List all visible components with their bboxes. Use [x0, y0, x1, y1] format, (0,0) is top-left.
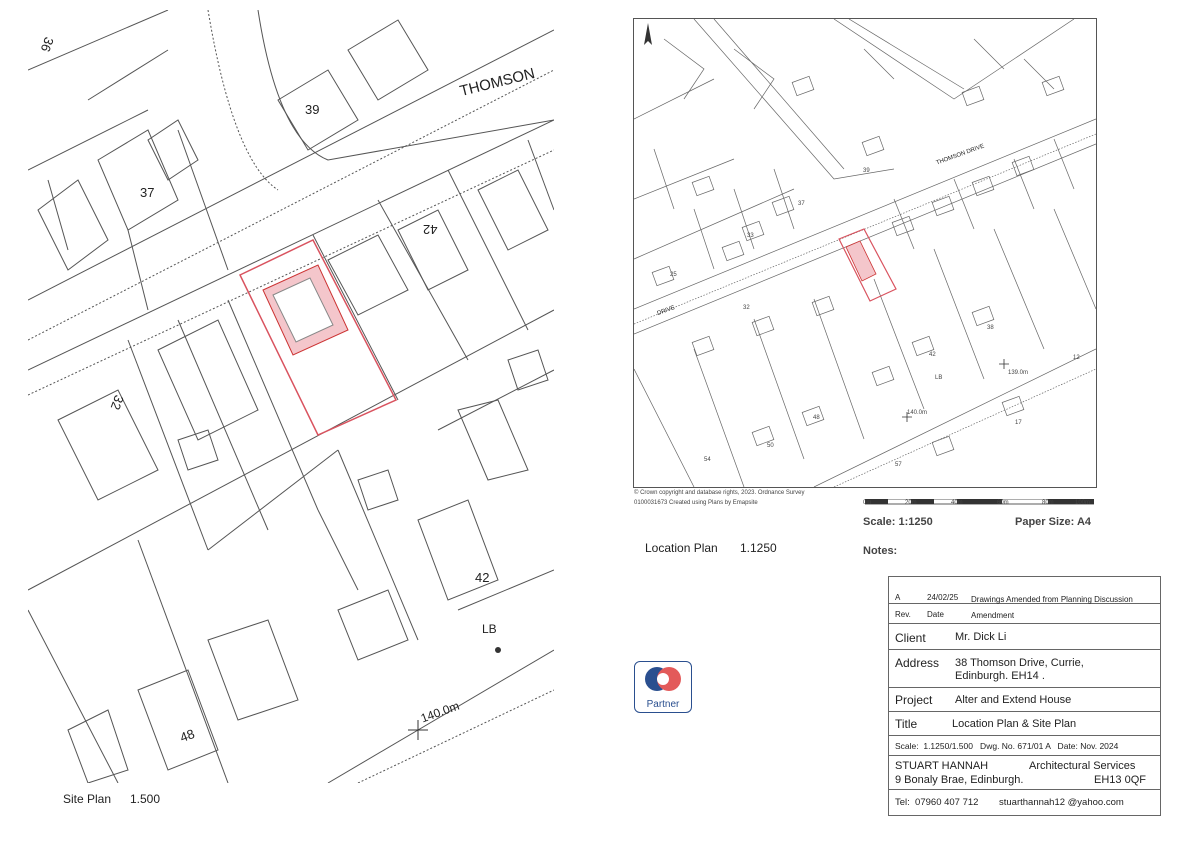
copyright-line-2: 0100031673 Created using Plans by Emapsi…: [634, 500, 758, 506]
revision-header-row: Rev. Date Amendment: [889, 605, 1160, 624]
loc-house-number: 32: [743, 305, 750, 311]
title-block: A 24/02/25 Drawings Amended from Plannin…: [888, 576, 1161, 816]
site-plan-scale: 1.500: [130, 792, 161, 806]
site-lb-label: LB: [482, 622, 497, 636]
revision-amendment: Drawings Amended from Planning Discussio…: [971, 595, 1133, 604]
project-value: Alter and Extend House: [955, 694, 1072, 706]
header-rev: Rev.: [895, 610, 911, 619]
email: stuarthannah12 @yahoo.com: [999, 797, 1124, 808]
client-row: Client Mr. Dick Li: [889, 625, 1160, 650]
loc-house-number: 25: [670, 272, 677, 278]
scale-tick: 60m: [997, 500, 1009, 506]
site-plan-drawing: [28, 10, 554, 783]
site-plan-caption: Site Plan: [63, 792, 112, 806]
address-row: Address 38 Thomson Drive, Currie, Edinbu…: [889, 651, 1160, 688]
loc-house-number: 17: [1015, 420, 1022, 426]
site-house-number: 39: [305, 102, 320, 117]
site-house-number: 37: [140, 185, 155, 200]
loc-house-number: 57: [895, 462, 902, 468]
firm-name: STUART HANNAH: [895, 760, 989, 772]
os-logo-icon: [645, 667, 681, 691]
revision-letter: A: [895, 593, 901, 602]
address-line-2: Edinburgh. EH14 .: [955, 670, 1045, 682]
drawing-info-row: Scale: 1.1250/1.500 Dwg. No. 671/01 A Da…: [889, 737, 1160, 756]
address-line-1: 38 Thomson Drive, Currie,: [955, 657, 1084, 669]
drawing-info: Scale: 1.1250/1.500 Dwg. No. 671/01 A Da…: [895, 741, 1119, 751]
revision-row: A 24/02/25 Drawings Amended from Plannin…: [889, 591, 1160, 604]
loc-house-number: 48: [813, 415, 820, 421]
loc-house-number: 39: [863, 168, 870, 174]
loc-lb-label: LB: [935, 375, 943, 381]
location-plan-drawing: [634, 19, 1096, 487]
scale-tick: 100m: [1075, 500, 1091, 506]
notes-label: Notes:: [863, 545, 898, 557]
title-row: Title Location Plan & Site Plan: [889, 713, 1160, 736]
client-value: Mr. Dick Li: [955, 631, 1007, 643]
title-value: Location Plan & Site Plan: [952, 718, 1077, 730]
loc-house-number: 50: [767, 443, 774, 449]
location-plan-map: [633, 18, 1097, 488]
scale-tick: 40m: [951, 500, 963, 506]
os-logo-text: Partner: [646, 699, 680, 710]
site-house-number: 42: [423, 222, 438, 237]
loc-spot-height: 139.0m: [1008, 370, 1029, 376]
firm-row: STUART HANNAH Architectural Services 9 B…: [889, 757, 1160, 790]
header-amendment: Amendment: [971, 611, 1015, 620]
location-plan-scale: 1.1250: [740, 541, 777, 555]
loc-spot-height: 140.0m: [907, 410, 928, 416]
paper-size-label: Paper Size: A4: [1015, 516, 1092, 528]
header-date: Date: [927, 610, 944, 619]
loc-house-number: 33: [747, 233, 754, 239]
client-label: Client: [895, 631, 926, 645]
project-row: Project Alter and Extend House: [889, 689, 1160, 712]
telephone: Tel: 07960 407 712: [895, 797, 979, 808]
revision-date: 24/02/25: [927, 593, 959, 602]
scale-tick: 80m: [1042, 500, 1054, 506]
scale-tick: 0m: [863, 500, 872, 506]
firm-address: 9 Bonaly Brae, Edinburgh.: [895, 774, 1024, 786]
scale-bar-graphic: [864, 498, 1095, 505]
location-plan-caption: Location Plan: [645, 541, 718, 555]
site-plan-map: [28, 10, 554, 783]
contact-row: Tel: 07960 407 712 stuarthannah12 @yahoo…: [889, 791, 1160, 815]
address-label: Address: [895, 656, 940, 670]
loc-house-number: 37: [798, 201, 805, 207]
loc-house-number: 12: [1073, 355, 1080, 361]
loc-house-number: 54: [704, 457, 711, 463]
firm-postcode: EH13 0QF: [1094, 774, 1146, 786]
copyright-line-1: © Crown copyright and database rights, 2…: [634, 490, 805, 496]
firm-role: Architectural Services: [1029, 760, 1136, 772]
scale-label: Scale: 1:1250: [863, 516, 933, 528]
site-house-number: 42: [475, 570, 490, 585]
loc-house-number: 38: [987, 325, 994, 331]
project-label: Project: [895, 693, 933, 707]
scale-bar: [864, 492, 1095, 505]
os-partner-logo: Partner: [634, 661, 692, 713]
title-label: Title: [895, 717, 918, 731]
scale-tick: 20m: [905, 500, 917, 506]
loc-house-number: 42: [929, 352, 936, 358]
